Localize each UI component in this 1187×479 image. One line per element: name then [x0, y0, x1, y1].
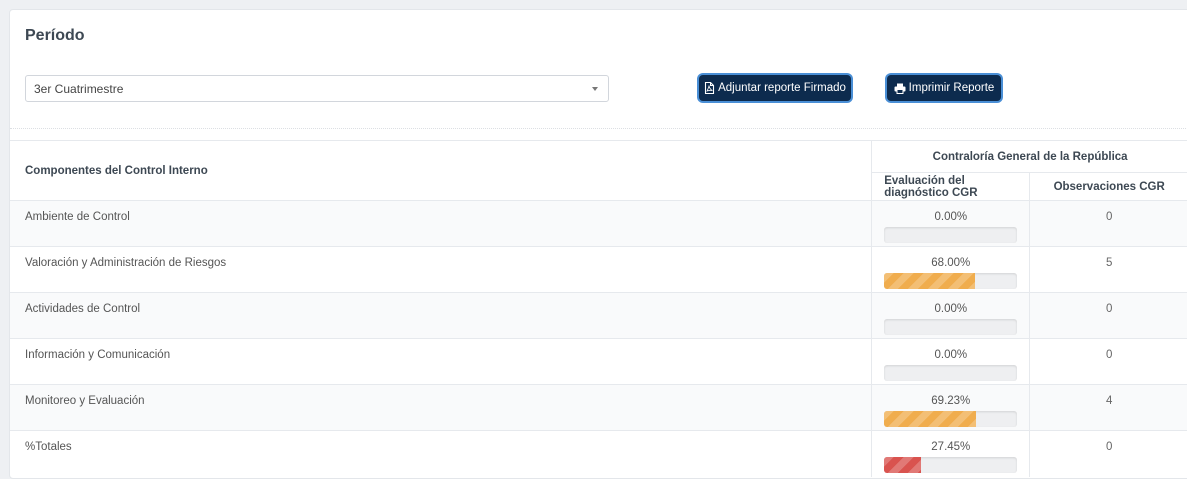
- component-name: Actividades de Control: [10, 292, 872, 339]
- section-divider: [10, 128, 1187, 129]
- table-row: Ambiente de Control 0.00% 0: [10, 200, 1187, 247]
- progress-bar: [884, 319, 1018, 335]
- evaluation-cell: 27.45%: [871, 430, 1030, 477]
- evaluation-percent: 68.00%: [931, 257, 971, 269]
- evaluation-cell: 69.23%: [871, 384, 1030, 431]
- observations-count: 4: [1029, 384, 1187, 431]
- evaluation-cell: 0.00%: [871, 292, 1030, 339]
- progress-bar: [884, 365, 1018, 381]
- print-icon: [894, 83, 906, 94]
- print-report-button[interactable]: Imprimir Reporte: [887, 75, 1001, 101]
- evaluation-cell: 0.00%: [871, 200, 1030, 247]
- component-name: Valoración y Administración de Riesgos: [10, 246, 872, 293]
- evaluation-percent: 0.00%: [934, 211, 968, 223]
- component-name: Información y Comunicación: [10, 338, 872, 385]
- page-title: Período: [25, 27, 85, 44]
- period-select[interactable]: 3er Cuatrimestre: [25, 75, 609, 102]
- header-cgr-group: Contraloría General de la República: [871, 140, 1187, 173]
- attach-signed-report-button[interactable]: Adjuntar reporte Firmado: [699, 75, 851, 101]
- print-report-label: Imprimir Reporte: [908, 82, 995, 94]
- observations-count: 0: [1029, 338, 1187, 385]
- control-components-table: Componentes del Control Interno Contralo…: [10, 140, 1187, 477]
- header-observations: Observaciones CGR: [1029, 172, 1187, 201]
- component-name: Ambiente de Control: [10, 200, 872, 247]
- evaluation-percent: 0.00%: [934, 303, 968, 315]
- file-pdf-icon: [705, 82, 715, 94]
- progress-bar-fill: [884, 457, 921, 473]
- progress-bar: [884, 227, 1018, 243]
- period-select-value: 3er Cuatrimestre: [34, 82, 124, 96]
- table-row: Valoración y Administración de Riesgos 68…: [10, 246, 1187, 293]
- chevron-down-icon: [592, 87, 598, 91]
- observations-count: 0: [1029, 430, 1187, 477]
- progress-bar: [884, 273, 1018, 289]
- attach-signed-report-label: Adjuntar reporte Firmado: [718, 82, 846, 94]
- evaluation-cell: 0.00%: [871, 338, 1030, 385]
- period-card: Período 3er Cuatrimestre Adjuntar report…: [9, 9, 1187, 479]
- component-name: %Totales: [10, 430, 872, 477]
- table-row: %Totales 27.45% 0: [10, 430, 1187, 477]
- evaluation-percent: 69.23%: [931, 395, 971, 407]
- evaluation-cell: 68.00%: [871, 246, 1030, 293]
- observations-count: 0: [1029, 200, 1187, 247]
- header-evaluation: Evaluación del diagnóstico CGR: [871, 172, 1030, 201]
- component-name: Monitoreo y Evaluación: [10, 384, 872, 431]
- table-row: Actividades de Control 0.00% 0: [10, 292, 1187, 339]
- evaluation-percent: 27.45%: [931, 441, 971, 453]
- progress-bar-fill: [884, 411, 977, 427]
- observations-count: 0: [1029, 292, 1187, 339]
- table-row: Monitoreo y Evaluación 69.23% 4: [10, 384, 1187, 431]
- evaluation-percent: 0.00%: [934, 349, 968, 361]
- table-row: Información y Comunicación 0.00% 0: [10, 338, 1187, 385]
- progress-bar-fill: [884, 273, 975, 289]
- progress-bar: [884, 457, 1018, 473]
- observations-count: 5: [1029, 246, 1187, 293]
- progress-bar: [884, 411, 1018, 427]
- header-components: Componentes del Control Interno: [10, 140, 872, 201]
